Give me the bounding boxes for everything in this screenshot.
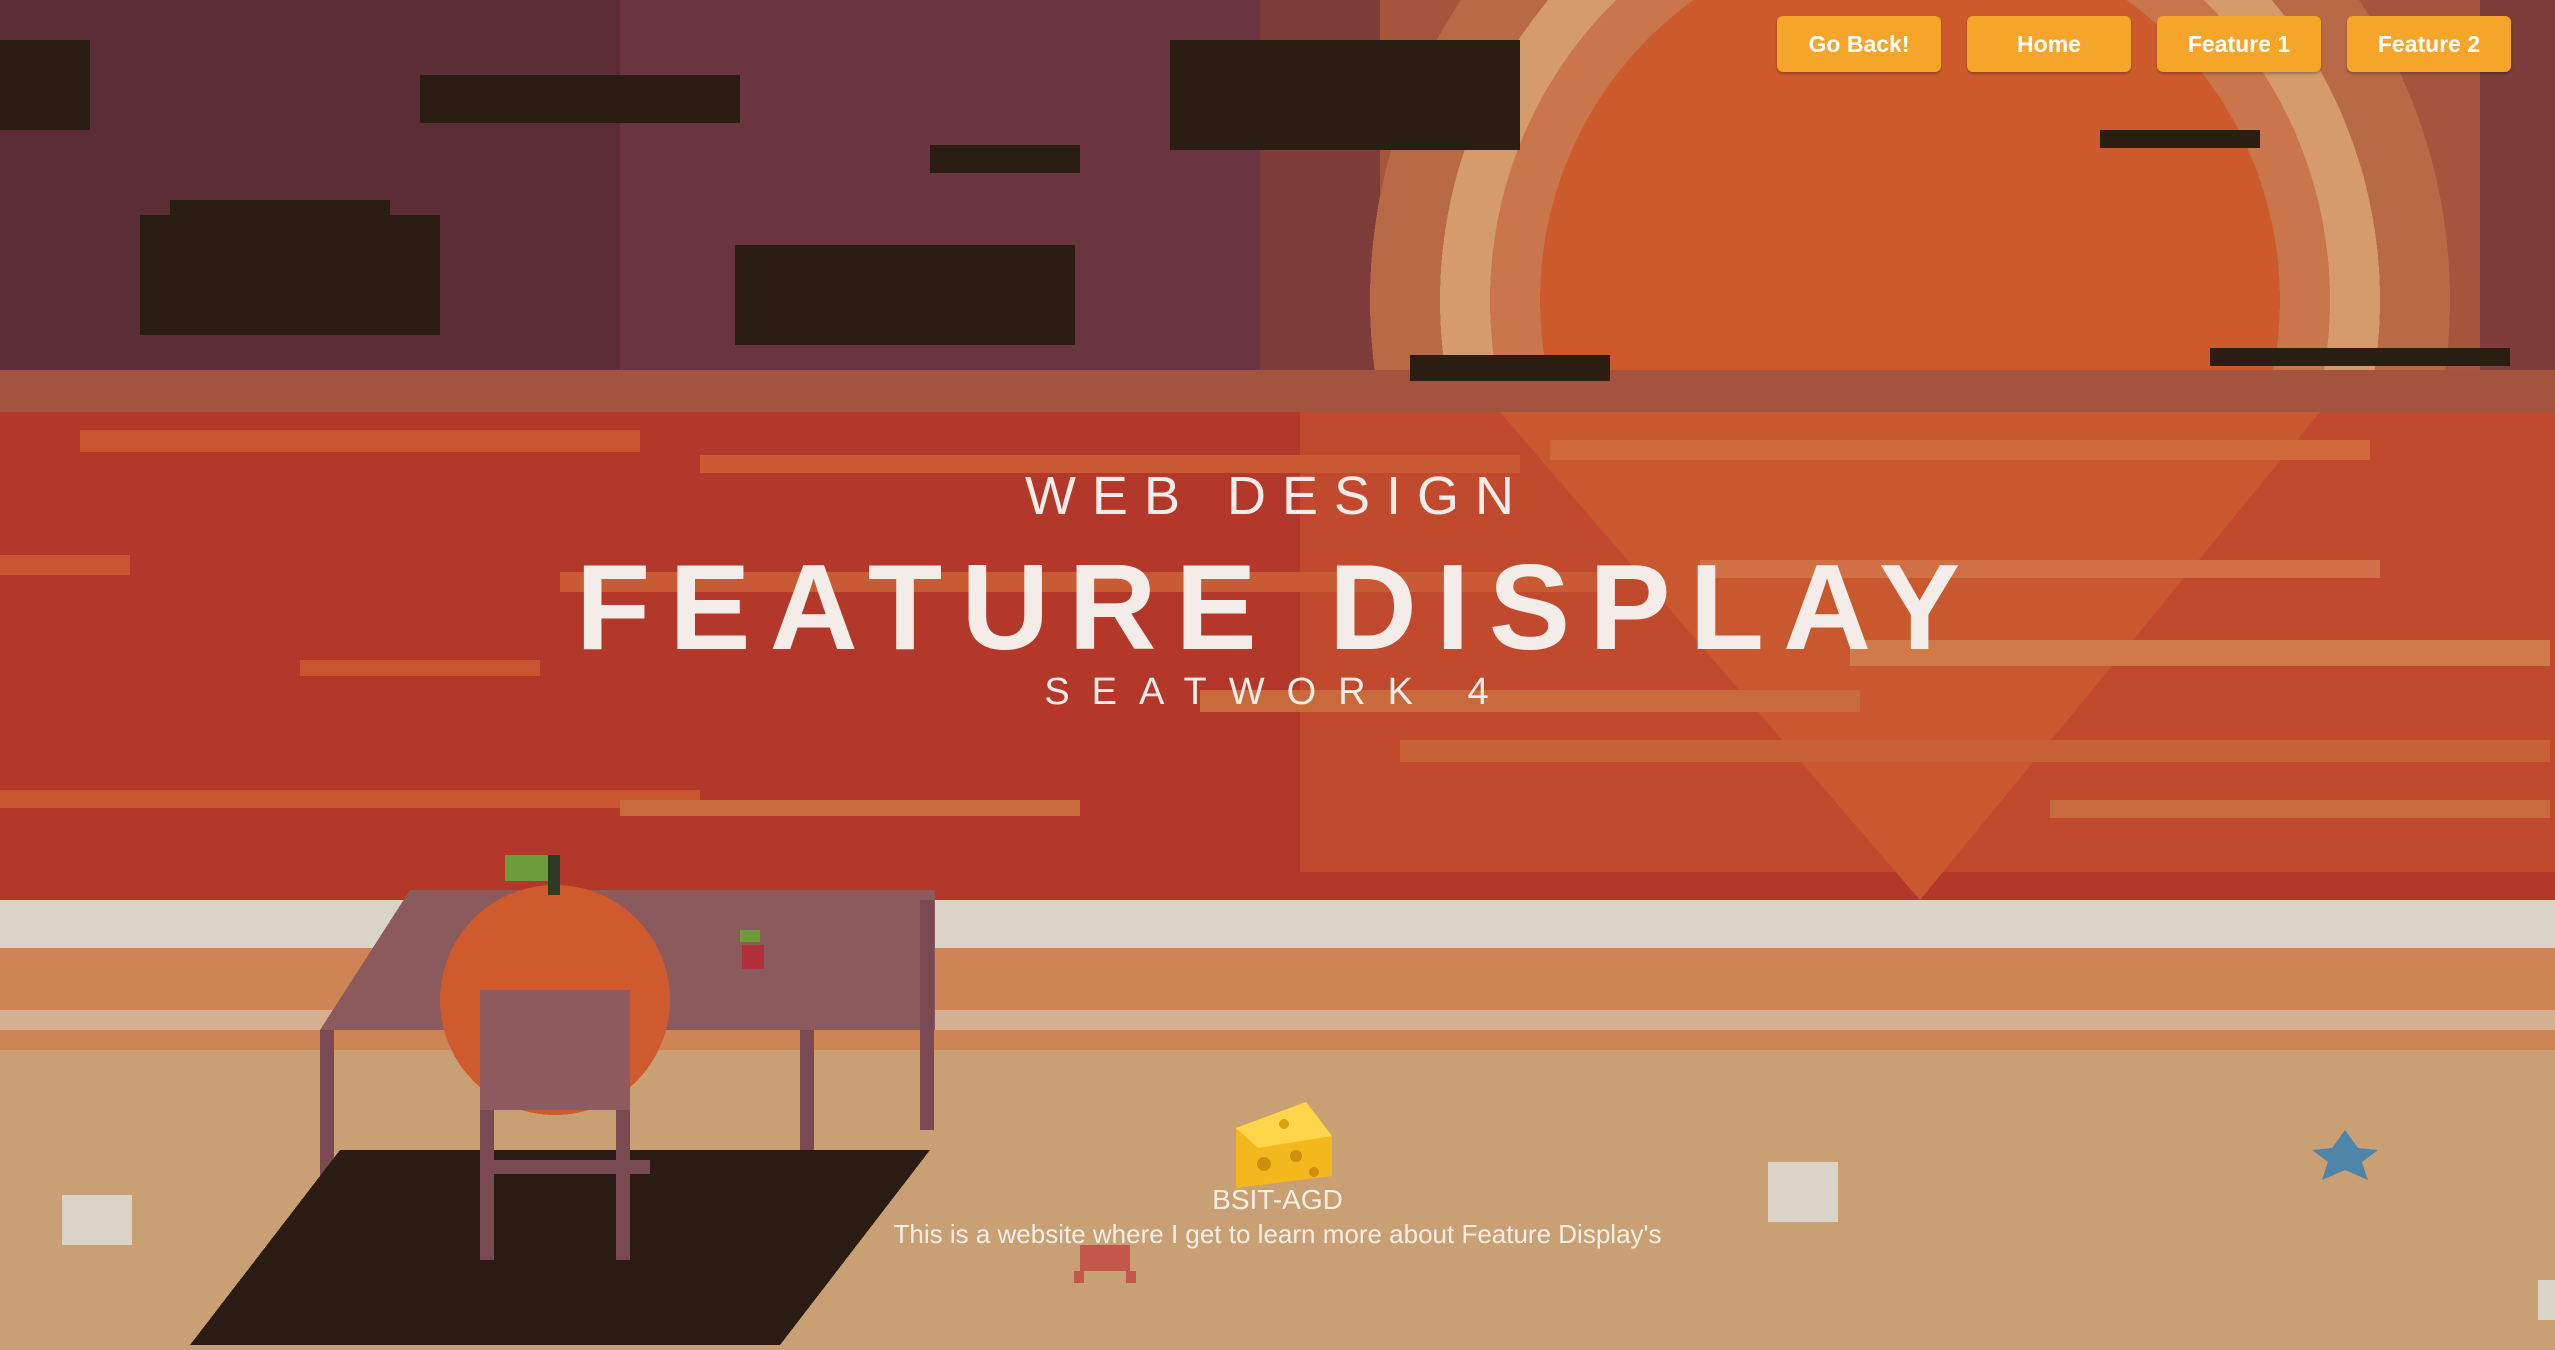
home-button[interactable]: Home <box>1967 16 2131 72</box>
page-title: FEATURE DISPLAY <box>575 539 1980 675</box>
hero-subtitle: SEATWORK 4 <box>1044 671 1511 713</box>
feature-1-button[interactable]: Feature 1 <box>2157 16 2321 72</box>
hero-kicker: WEB DESIGN <box>1024 466 1531 526</box>
feature-2-button[interactable]: Feature 2 <box>2347 16 2511 72</box>
cheese-icon <box>1236 1102 1332 1188</box>
tagline: This is a website where I get to learn m… <box>893 1219 1662 1249</box>
horizon-band <box>0 370 2555 416</box>
top-nav: Go Back! Home Feature 1 Feature 2 <box>1777 16 2511 72</box>
org-label: BSIT-AGD <box>1212 1184 1343 1215</box>
go-back-button[interactable]: Go Back! <box>1777 16 1941 72</box>
